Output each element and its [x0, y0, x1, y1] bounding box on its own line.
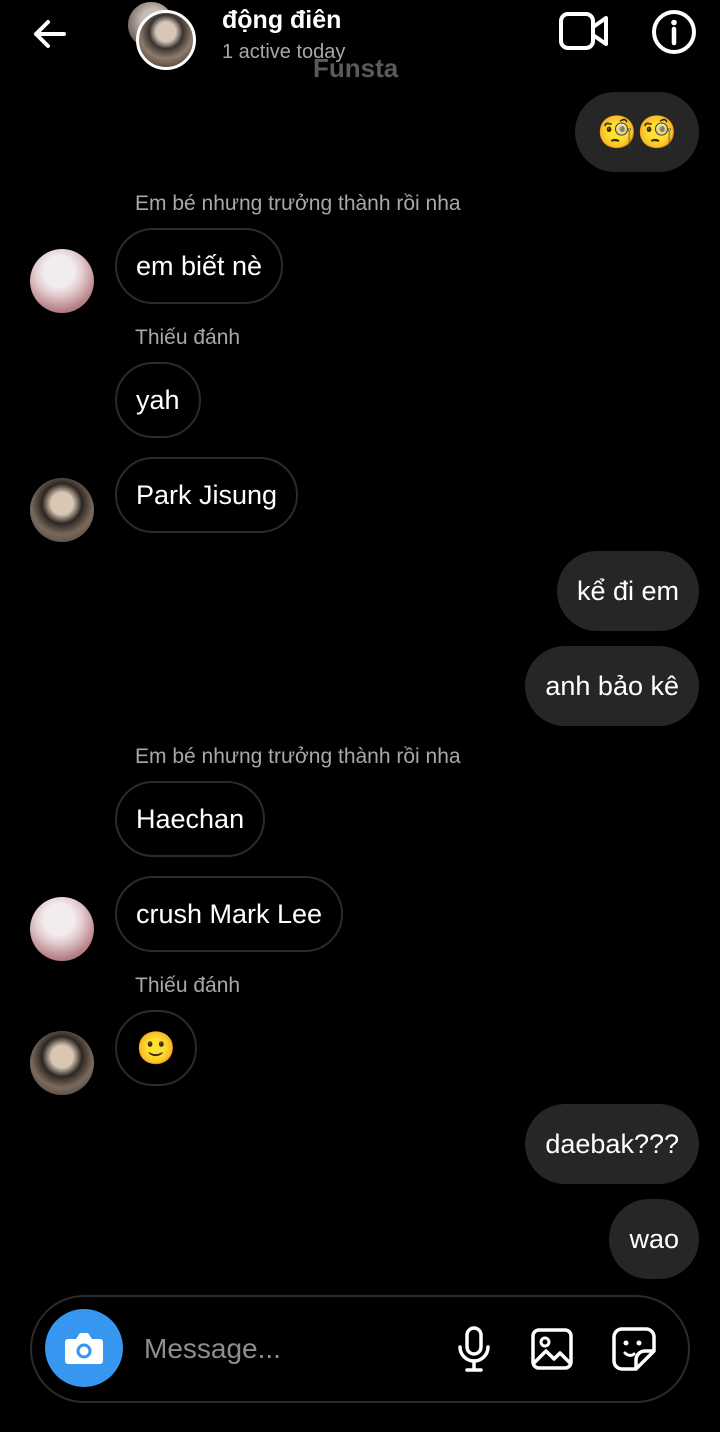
chat-header: động điên 1 active today Funsta [0, 0, 720, 83]
gallery-button[interactable] [528, 1325, 576, 1373]
sender-name: Thiếu đánh [135, 974, 241, 997]
incoming-message[interactable]: Park Jisung [115, 457, 299, 533]
camera-icon [65, 1333, 103, 1364]
message-input[interactable] [144, 1327, 424, 1371]
message-composer [30, 1295, 690, 1403]
camera-button[interactable] [45, 1309, 123, 1387]
info-icon [652, 10, 696, 54]
avatar[interactable] [30, 1031, 94, 1095]
arrow-left-icon [34, 20, 66, 48]
chat-title[interactable]: động điên [222, 6, 341, 35]
video-camera-icon [559, 12, 608, 50]
video-call-button[interactable] [558, 10, 610, 52]
image-icon [531, 1328, 573, 1370]
sticker-icon [612, 1327, 656, 1371]
sender-name: Thiếu đánh [135, 326, 241, 349]
incoming-message[interactable]: Haechan [115, 781, 266, 857]
info-button[interactable] [650, 8, 698, 56]
group-avatar[interactable] [124, 0, 200, 70]
avatar [136, 10, 196, 70]
incoming-message[interactable]: 🙂 [115, 1010, 197, 1086]
outgoing-message[interactable]: kể đi em [556, 551, 699, 631]
sender-name: Em bé nhưng trưởng thành rồi nha [135, 192, 461, 215]
avatar[interactable] [30, 249, 94, 313]
sender-name: Em bé nhưng trưởng thành rồi nha [135, 745, 461, 768]
avatar[interactable] [30, 897, 94, 961]
incoming-message[interactable]: yah [115, 362, 201, 438]
watermark-text: Funsta [313, 53, 399, 83]
incoming-message[interactable]: em biết nè [115, 228, 284, 304]
back-button[interactable] [30, 14, 70, 54]
outgoing-message[interactable]: 🧐🧐 [575, 92, 699, 172]
voice-message-button[interactable] [450, 1325, 498, 1373]
incoming-message[interactable]: crush Mark Lee [115, 876, 344, 952]
outgoing-message[interactable]: anh bảo kê [525, 646, 699, 726]
outgoing-message[interactable]: wao [609, 1199, 699, 1279]
microphone-icon [458, 1326, 490, 1372]
sticker-button[interactable] [610, 1325, 658, 1373]
avatar[interactable] [30, 478, 94, 542]
outgoing-message[interactable]: daebak??? [525, 1104, 699, 1184]
